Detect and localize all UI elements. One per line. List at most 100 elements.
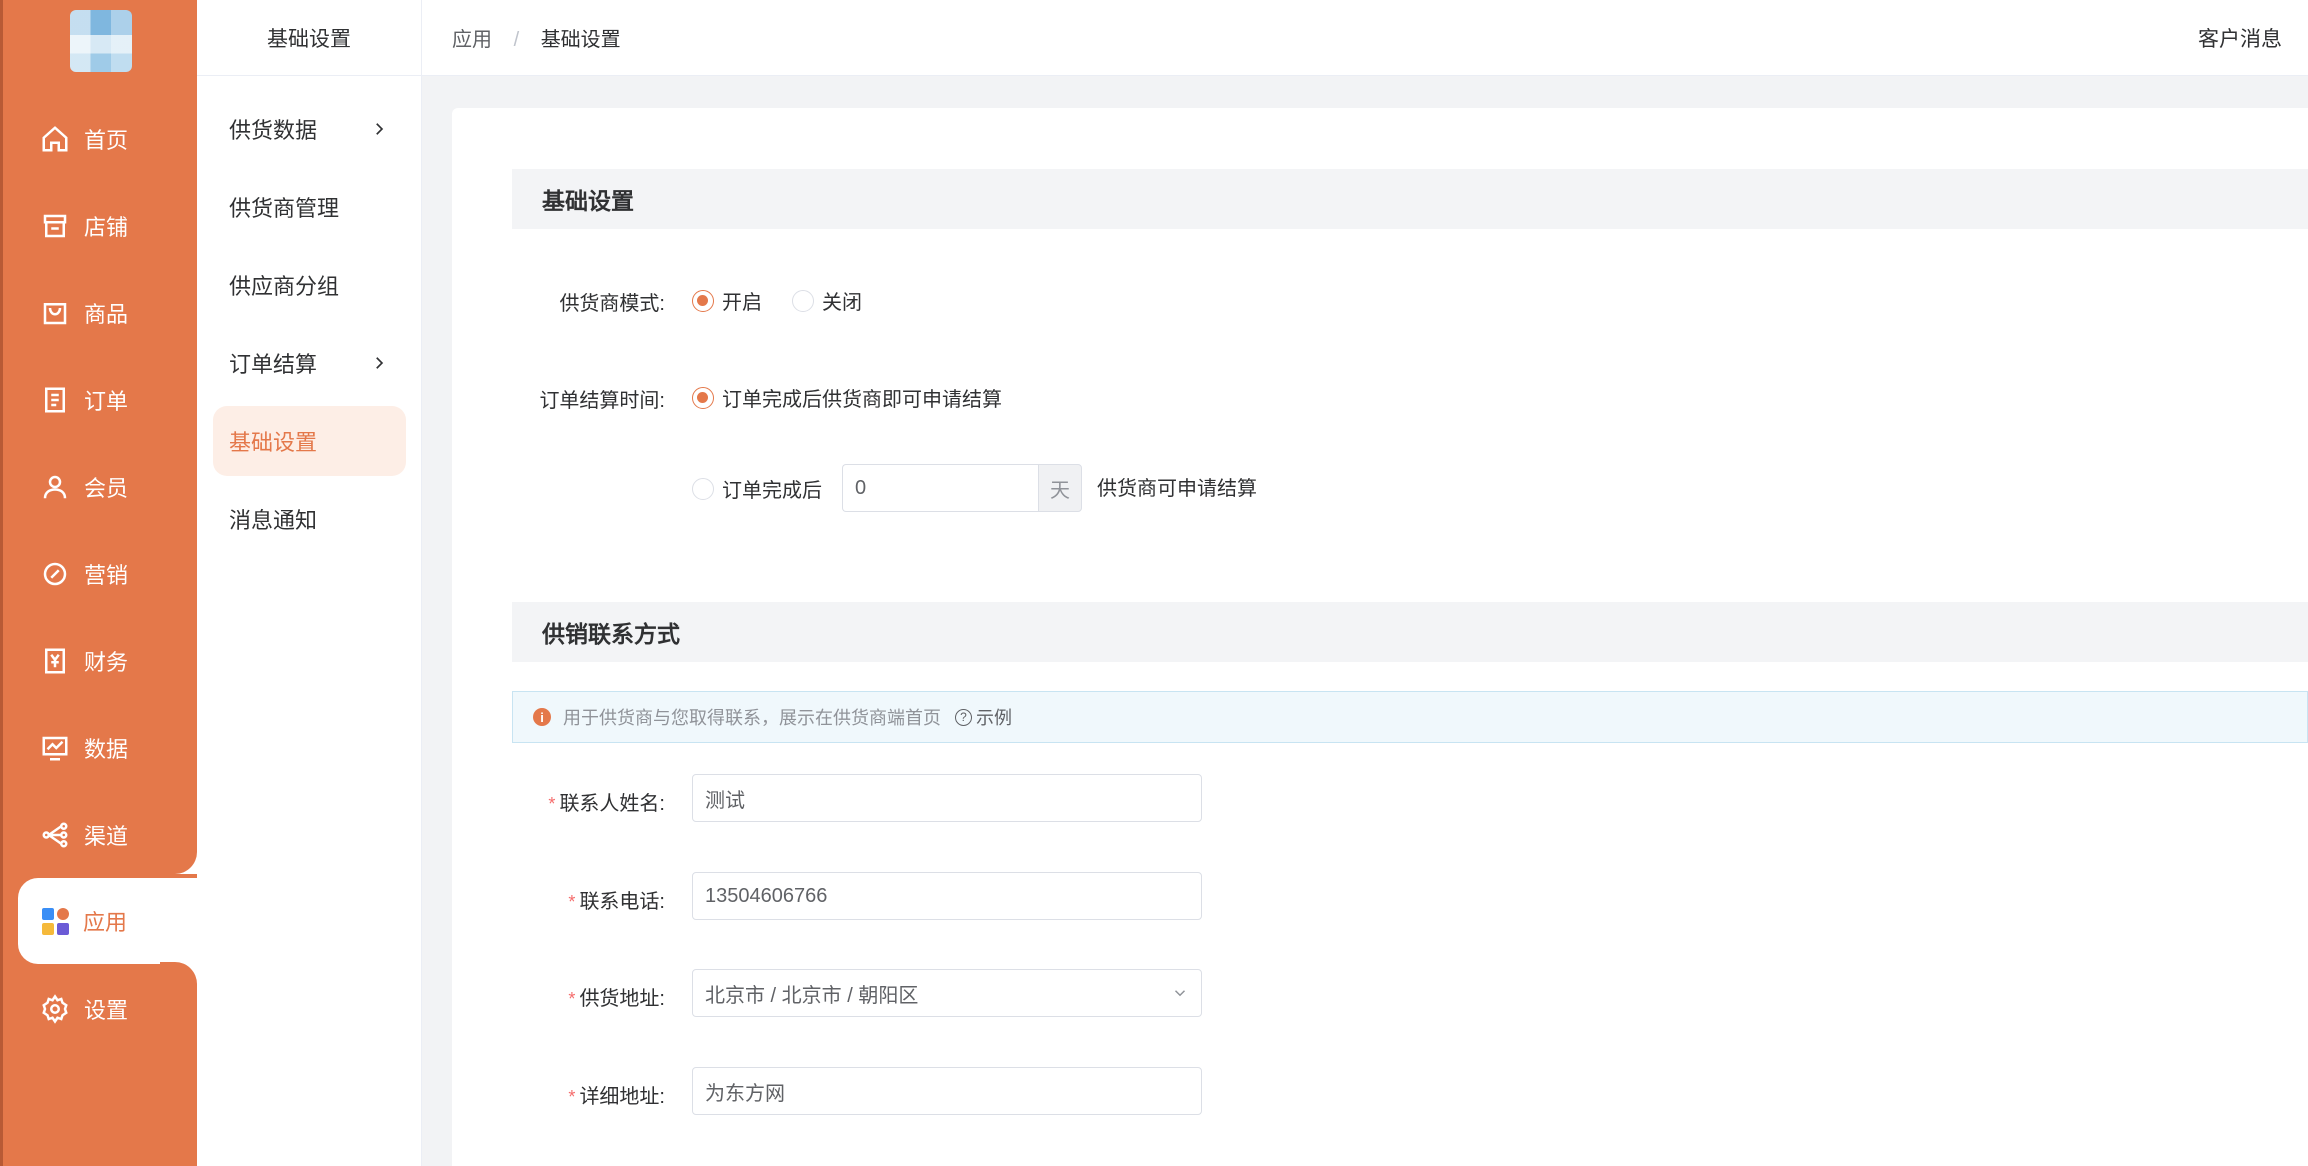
subnav-item-label: 基础设置 (229, 430, 318, 455)
supplier-mode-off-radio[interactable]: 关闭 (792, 286, 862, 315)
input-value: 13504606766 (705, 884, 828, 907)
label-text: 详细地址: (579, 1086, 665, 1108)
finance-icon (45, 648, 65, 674)
bag-icon (43, 303, 67, 325)
chevron-right-icon (376, 357, 384, 369)
home-icon (42, 126, 68, 152)
subnav-item-notifications[interactable]: 消息通知 (213, 484, 406, 554)
contact-name-input[interactable]: 测试 (692, 774, 1202, 822)
info-icon: i (533, 708, 551, 726)
radio-label: 订单完成后 (722, 480, 822, 502)
rail-item-settings[interactable]: 设置 (0, 969, 197, 1049)
customer-messages-link[interactable]: 客户消息 (2198, 0, 2282, 76)
rail-item-label: 应用 (83, 910, 128, 935)
radio-label: 开启 (722, 292, 762, 314)
label-text: 联系电话: (579, 891, 665, 913)
section-title-contact: 供销联系方式 (512, 602, 2308, 662)
rail-item-label: 首页 (84, 128, 129, 153)
subnav-item-label: 消息通知 (229, 508, 318, 533)
rail-item-label: 设置 (84, 998, 129, 1023)
rail-item-orders[interactable]: 订单 (0, 360, 197, 440)
apps-icon (42, 907, 69, 935)
rail-item-store[interactable]: 店铺 (0, 186, 197, 266)
user-icon (43, 475, 67, 499)
supplier-mode-label: 供货商模式: (559, 293, 665, 315)
chevron-down-icon (1174, 990, 1186, 997)
radio-dot (692, 477, 714, 500)
example-link-label: 示例 (976, 708, 1012, 728)
subnav-item-label: 订单结算 (229, 352, 318, 377)
store-logo[interactable] (70, 10, 132, 72)
rail-item-apps[interactable]: 应用 (18, 878, 197, 964)
rail-item-label: 营销 (84, 563, 129, 588)
subnav-item-label: 供货商管理 (229, 196, 340, 221)
main-rail: 首页 店铺 商品 订单 会员 营销 财务 数据 渠道 应用 设置 (0, 0, 197, 1166)
rail-item-marketing[interactable]: 营销 (0, 534, 197, 614)
rail-item-data[interactable]: 数据 (0, 708, 197, 788)
label-text: 供货地址: (579, 988, 665, 1010)
section-title-basic: 基础设置 (512, 169, 2308, 229)
settle-days-group: 0 天 (842, 464, 1082, 512)
supply-region-label: * 供货地址: (568, 988, 665, 1010)
settle-days-input[interactable]: 0 (842, 464, 1038, 512)
subnav-item-supply-data[interactable]: 供货数据 (213, 94, 406, 164)
radio-dot (792, 289, 814, 312)
radio-label: 关闭 (822, 292, 862, 314)
radio-dot (692, 386, 714, 409)
supply-region-select[interactable]: 北京市 / 北京市 / 朝阳区 (692, 969, 1202, 1017)
settle-days-suffix: 供货商可申请结算 (1097, 478, 1257, 500)
example-link[interactable]: ? 示例 (955, 704, 1012, 730)
rail-active-curve (160, 836, 197, 874)
rail-item-members[interactable]: 会员 (0, 447, 197, 527)
breadcrumb-parent[interactable]: 应用 (452, 29, 492, 51)
contact-info-alert: i 用于供货商与您取得联系，展示在供货商端首页 ? 示例 (512, 691, 2308, 743)
data-icon (42, 736, 68, 761)
rail-item-finance[interactable]: 财务 (0, 621, 197, 701)
input-value: 测试 (705, 789, 745, 812)
rail-item-label: 财务 (84, 650, 129, 675)
radio-label: 订单完成后供货商即可申请结算 (722, 389, 1002, 411)
subnav-item-supplier-manage[interactable]: 供货商管理 (213, 172, 406, 242)
settle-time-label: 订单结算时间: (539, 390, 665, 412)
detail-address-label: * 详细地址: (568, 1086, 665, 1108)
rail-item-home[interactable]: 首页 (0, 99, 197, 179)
subnav-item-label: 供货数据 (229, 118, 318, 143)
subnav-item-basic-settings[interactable]: 基础设置 (213, 406, 406, 476)
settings-icon (42, 994, 68, 1024)
contact-phone-label: * 联系电话: (568, 891, 665, 913)
breadcrumb-current: 基础设置 (540, 29, 621, 51)
question-icon: ? (955, 708, 972, 726)
breadcrumb-separator: / (513, 29, 520, 51)
rail-item-label: 数据 (84, 737, 129, 762)
settle-days-unit: 天 (1038, 464, 1082, 512)
subnav-item-order-settle[interactable]: 订单结算 (213, 328, 406, 398)
supplier-mode-on-radio[interactable]: 开启 (692, 286, 762, 315)
contact-phone-input[interactable]: 13504606766 (692, 872, 1202, 920)
rail-item-label: 商品 (84, 302, 129, 327)
select-value: 北京市 / 北京市 / 朝阳区 (705, 984, 919, 1007)
label-text: 联系人姓名: (559, 793, 665, 815)
rail-item-goods[interactable]: 商品 (0, 273, 197, 353)
chevron-right-icon (376, 123, 384, 135)
sub-sidebar: 基础设置 供货数据 供货商管理 供应商分组 订单结算 基础设置 消息通知 (197, 0, 422, 1166)
input-value: 为东方网 (705, 1082, 785, 1105)
rail-item-label: 订单 (84, 389, 129, 414)
order-icon (45, 387, 65, 413)
detail-address-input[interactable]: 为东方网 (692, 1067, 1202, 1115)
channel-icon (42, 822, 68, 848)
subnav-item-label: 供应商分组 (229, 274, 340, 299)
rail-item-label: 店铺 (84, 215, 129, 240)
store-icon (43, 214, 67, 238)
marketing-icon (43, 562, 67, 586)
info-text: 用于供货商与您取得联系，展示在供货商端首页 (563, 708, 941, 728)
subnav-title: 基础设置 (197, 0, 421, 76)
breadcrumb: 应用 / 基础设置 (452, 23, 621, 52)
radio-dot (692, 289, 714, 312)
settings-card: 基础设置 供货商模式: 开启 关闭 订单结算时间: 订单完成后供货商即可申请结算… (452, 108, 2308, 1166)
rail-item-label: 会员 (84, 476, 129, 501)
subnav-item-supplier-group[interactable]: 供应商分组 (213, 250, 406, 320)
rail-item-label: 渠道 (84, 824, 129, 849)
settle-immediate-radio[interactable]: 订单完成后供货商即可申请结算 (692, 383, 1002, 412)
settle-after-days-radio[interactable]: 订单完成后 (692, 474, 822, 503)
contact-name-label: * 联系人姓名: (548, 793, 665, 815)
